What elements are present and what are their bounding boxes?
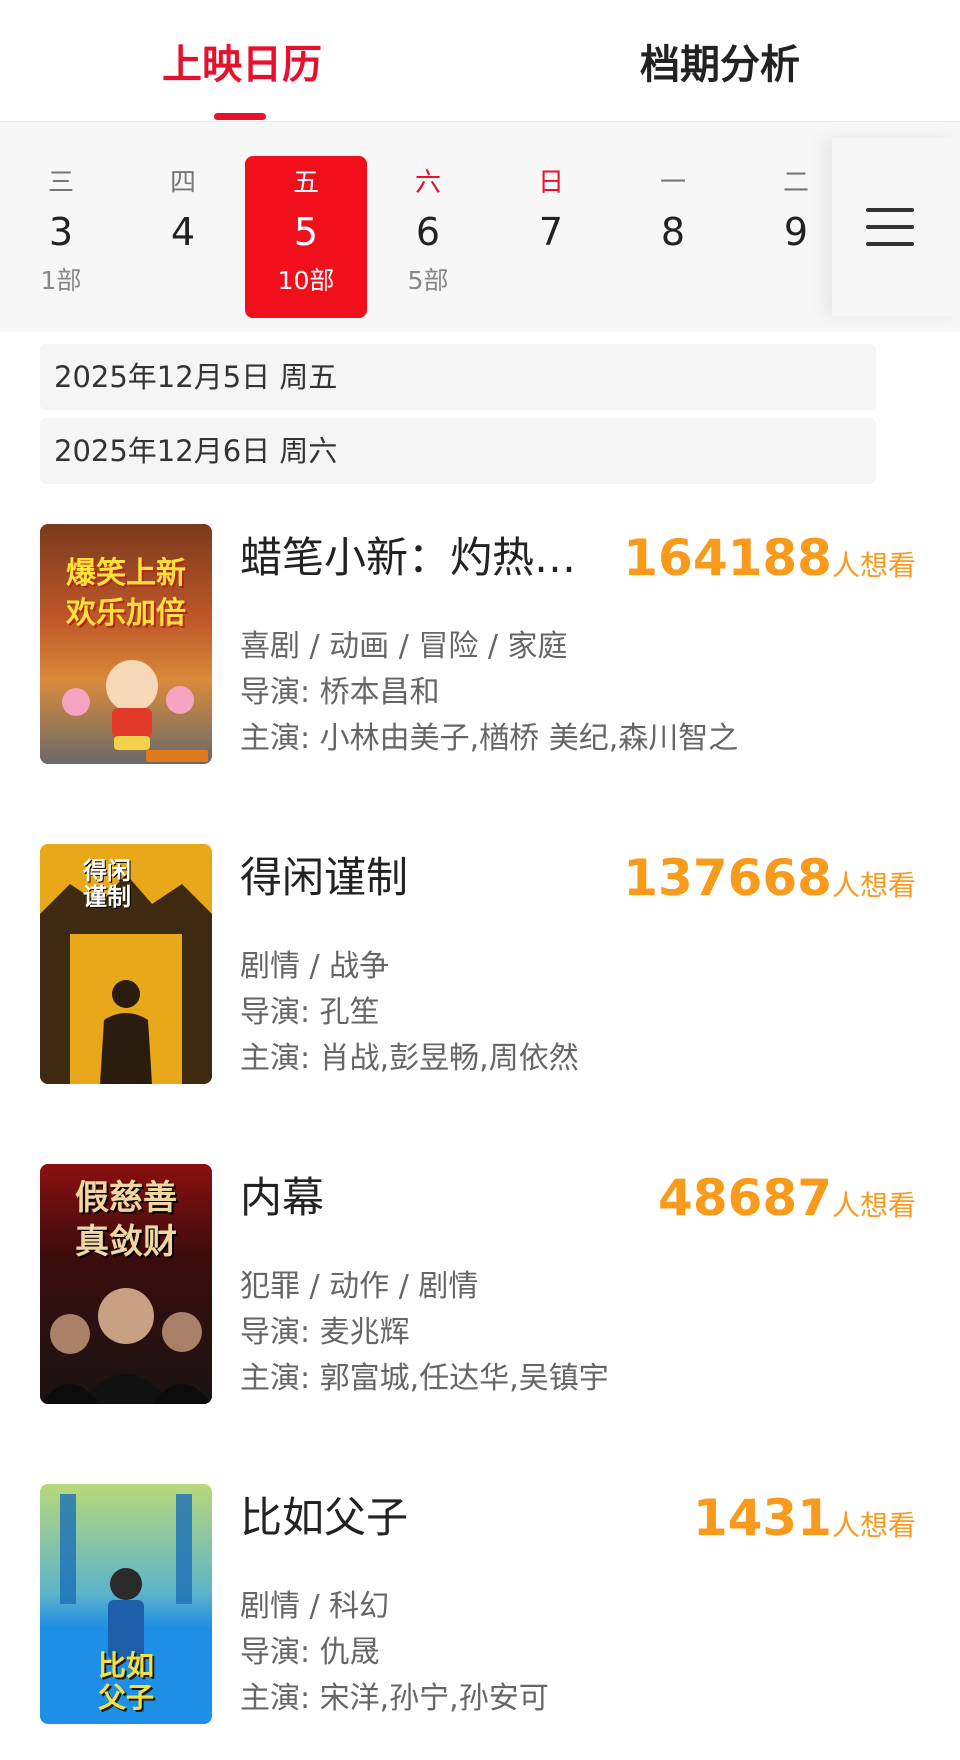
want-count: 137668 [623,849,832,907]
date-header-dec-5[interactable]: 2025年12月5日 周五 [40,344,876,410]
day-weekday: 一 [659,168,686,198]
day-number: 5 [293,210,319,254]
movie-item[interactable]: 假慈善 真敛财 内幕 48687人想看 犯罪 / 动作 / 剧情 导演: 麦兆辉… [0,1164,960,1404]
movie-poster[interactable]: 爆笑上新 欢乐加倍 [40,524,212,764]
movie-item[interactable]: 比如父子 比如父子 1431人想看 剧情 / 科幻 导演: 仇晟 主演: 宋洋,… [0,1484,960,1724]
movie-director: 导演: 孔笙 [240,995,380,1030]
want-unit: 人想看 [831,869,916,902]
movie-cast: 主演: 小林由美子,楢桥 美纪,森川智之 [240,721,739,756]
day-weekday: 日 [537,168,564,198]
movie-cast: 主演: 郭富城,任达华,吴镇宇 [240,1361,609,1396]
day-weekday: 三 [47,168,74,198]
poster-title-text: 得闲谨制 [83,857,131,911]
day-count: 1部 [40,266,82,295]
calendar-menu-button[interactable] [832,138,960,316]
want-to-see: 1431人想看 [693,1492,916,1552]
tab-schedule-analysis[interactable]: 档期分析 [640,40,800,90]
day-count: 5部 [407,266,449,295]
movie-cast: 主演: 宋洋,孙宁,孙安可 [240,1681,549,1716]
want-to-see: 48687人想看 [658,1172,916,1232]
want-to-see: 164188人想看 [623,532,916,592]
want-unit: 人想看 [831,549,916,582]
tab-release-calendar[interactable]: 上映日历 [162,40,322,90]
movie-genres: 犯罪 / 动作 / 剧情 [240,1269,479,1304]
day-number: 8 [660,210,686,254]
date-header-dec-6[interactable]: 2025年12月6日 周六 [40,418,876,484]
movie-item[interactable]: 得闲谨制 得闲谨制 137668人想看 剧情 / 战争 导演: 孔笙 主演: 肖… [0,844,960,1084]
want-unit: 人想看 [831,1509,916,1542]
day-8[interactable]: 一 8 [612,156,734,318]
movie-title[interactable]: 内幕 [240,1172,324,1224]
day-7[interactable]: 日 7 [490,156,612,318]
day-number: 7 [538,210,564,254]
day-5-selected[interactable]: 五 5 10部 [245,156,367,318]
movie-director: 导演: 桥本昌和 [240,675,440,710]
poster-title-text: 爆笑上新 欢乐加倍 [66,556,186,631]
menu-icon [866,208,914,246]
poster-title-text: 假慈善 真敛财 [75,1178,177,1262]
day-6[interactable]: 六 6 5部 [367,156,489,318]
date-strip: 三 3 1部 四 4 五 5 10部 六 6 5部 日 7 一 8 二 9 [0,122,960,332]
day-weekday: 四 [169,168,196,198]
want-to-see: 137668人想看 [623,852,916,912]
movie-genres: 喜剧 / 动画 / 冒险 / 家庭 [240,629,568,664]
day-number: 3 [48,210,74,254]
want-count: 1431 [692,1489,832,1547]
movie-poster[interactable]: 比如父子 [40,1484,212,1724]
movie-genres: 剧情 / 科幻 [240,1589,390,1624]
want-count: 164188 [623,529,832,587]
movie-item[interactable]: 爆笑上新 欢乐加倍 蜡笔小新：灼热… 164188人想看 喜剧 / 动画 / 冒… [0,524,960,764]
day-count: 10部 [277,266,335,295]
want-count: 48687 [658,1169,832,1227]
movie-director: 导演: 麦兆辉 [240,1315,410,1350]
day-3[interactable]: 三 3 1部 [0,156,122,318]
day-weekday: 六 [414,168,441,198]
movie-genres: 剧情 / 战争 [240,949,390,984]
movie-cast: 主演: 肖战,彭昱畅,周依然 [240,1041,579,1076]
movie-director: 导演: 仇晟 [240,1635,380,1670]
poster-title-text: 比如父子 [97,1649,154,1714]
movie-title[interactable]: 蜡笔小新：灼热… [240,532,576,584]
day-weekday: 五 [292,168,319,198]
active-tab-indicator [214,113,266,120]
day-4[interactable]: 四 4 [122,156,244,318]
day-number: 4 [170,210,196,254]
movie-title[interactable]: 得闲谨制 [240,852,408,904]
movie-poster[interactable]: 假慈善 真敛财 [40,1164,212,1404]
movie-title[interactable]: 比如父子 [240,1492,408,1544]
day-number: 6 [415,210,441,254]
top-tab-bar: 上映日历 档期分析 [0,0,960,122]
want-unit: 人想看 [831,1189,916,1222]
movie-poster[interactable]: 得闲谨制 [40,844,212,1084]
